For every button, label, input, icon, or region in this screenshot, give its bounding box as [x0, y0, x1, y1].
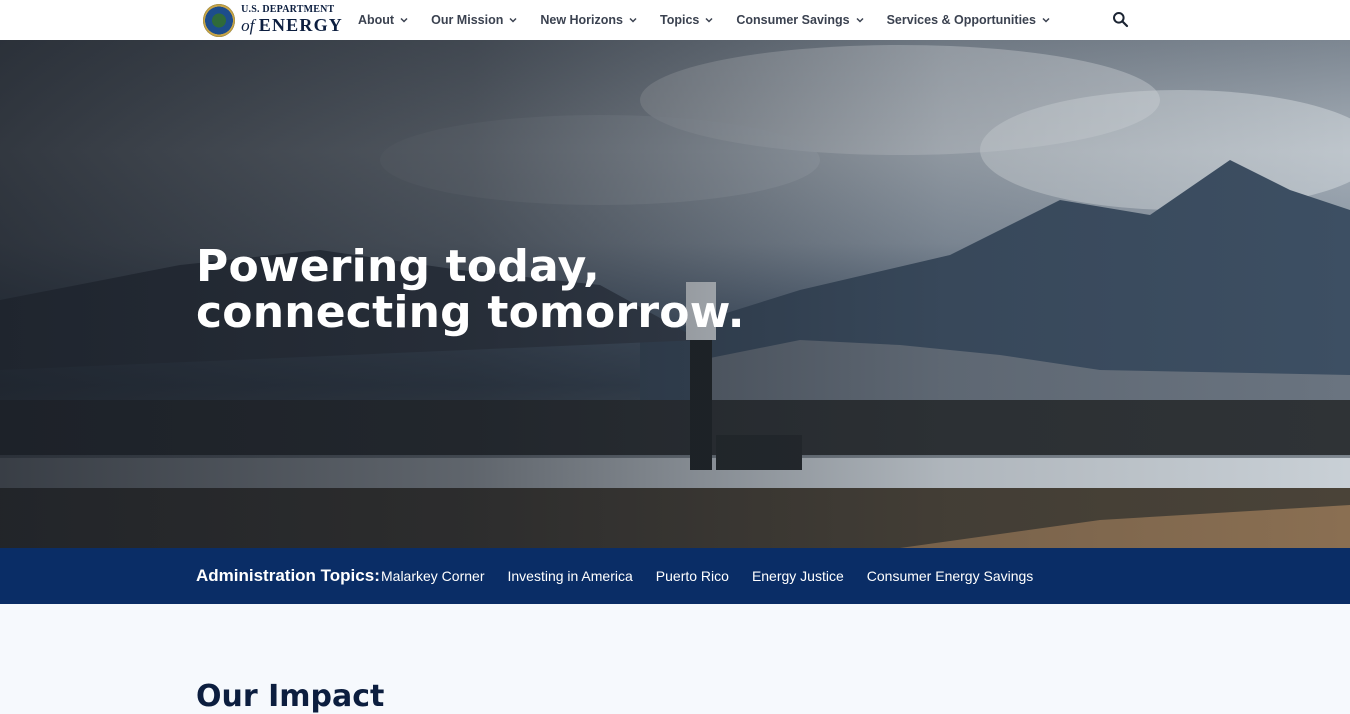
chevron-down-icon [400, 17, 408, 23]
doe-logo[interactable]: U.S. DEPARTMENT of ENERGY [203, 3, 343, 37]
chevron-down-icon [629, 17, 637, 23]
logo-line1: U.S. DEPARTMENT [241, 4, 335, 15]
nav-item-consumer-savings[interactable]: Consumer Savings [736, 13, 864, 27]
administration-topics-bar: Administration Topics: Malarkey Corner I… [0, 548, 1350, 604]
hero-banner: Powering today, connecting tomorrow. [0, 40, 1350, 548]
main-nav: About Our Mission New Horizons Topics Co… [358, 0, 1073, 40]
administration-topics-label: Administration Topics: [196, 566, 380, 585]
topic-link-investing-in-america[interactable]: Investing in America [507, 568, 632, 584]
doe-seal-icon [203, 3, 236, 37]
nav-item-label: Topics [660, 13, 700, 27]
search-icon[interactable] [1112, 11, 1129, 28]
nav-item-topics[interactable]: Topics [660, 13, 714, 27]
nav-item-label: Services & Opportunities [886, 13, 1036, 27]
nav-item-label: New Horizons [540, 13, 623, 27]
nav-item-our-mission[interactable]: Our Mission [431, 13, 518, 27]
chevron-down-icon [1042, 17, 1050, 23]
nav-item-label: Consumer Savings [736, 13, 850, 27]
hero-title-line2: connecting tomorrow. [196, 287, 745, 338]
topic-link-puerto-rico[interactable]: Puerto Rico [656, 568, 729, 584]
topic-link-malarkey-corner[interactable]: Malarkey Corner [381, 568, 484, 584]
nav-item-label: Our Mission [431, 13, 504, 27]
topic-link-energy-justice[interactable]: Energy Justice [752, 568, 844, 584]
nav-item-new-horizons[interactable]: New Horizons [540, 13, 638, 27]
logo-of: of [241, 16, 255, 35]
topic-link-consumer-energy-savings[interactable]: Consumer Energy Savings [867, 568, 1034, 584]
section-heading-our-impact: Our Impact [196, 679, 385, 714]
nav-item-about[interactable]: About [358, 13, 409, 27]
logo-energy: ENERGY [258, 15, 343, 35]
chevron-down-icon [856, 17, 864, 23]
logo-wordmark: U.S. DEPARTMENT of ENERGY [241, 5, 343, 35]
hero-title: Powering today, connecting tomorrow. [196, 244, 745, 336]
administration-topics-links: Malarkey Corner Investing in America Pue… [381, 568, 1056, 584]
site-header: U.S. DEPARTMENT of ENERGY About Our Miss… [0, 0, 1350, 40]
chevron-down-icon [509, 17, 517, 23]
chevron-down-icon [705, 17, 713, 23]
hero-title-line1: Powering today, [196, 241, 600, 292]
nav-item-services-opportunities[interactable]: Services & Opportunities [887, 13, 1051, 27]
nav-item-label: About [358, 13, 395, 27]
